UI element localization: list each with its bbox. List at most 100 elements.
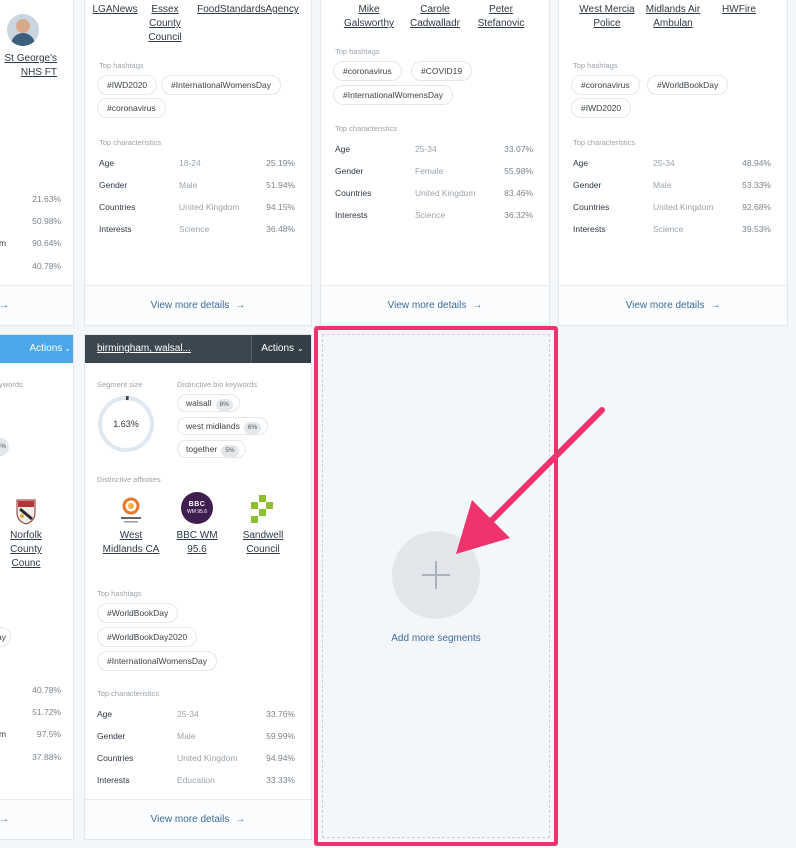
keyword-chip-cut[interactable]: % xyxy=(0,438,9,456)
top-hashtags-label: Top hashtags xyxy=(573,61,618,70)
affinity-link-west-mercia[interactable]: West Mercia Police xyxy=(579,3,635,31)
characteristic-row-age: Age 25-34 33.76% xyxy=(97,709,295,719)
arrow-right-icon: → xyxy=(0,814,9,825)
top-characteristics-label: Top characteristics xyxy=(335,124,398,133)
hashtag-chip[interactable]: #WorldBookDay xyxy=(647,75,729,95)
countries-percent: 90.64% xyxy=(32,238,61,248)
actions-dropdown[interactable]: Actions ⌄ xyxy=(251,335,311,363)
arrow-right-icon: → xyxy=(472,300,483,311)
view-more-details-link[interactable]: View more details → xyxy=(85,799,311,839)
affinity-link-west-midlands-ca[interactable]: West Midlands CA xyxy=(101,529,161,557)
segment-card-partial-bottom: Actions⌄ ywords % Norfolk County Counc a… xyxy=(0,334,74,840)
affinity-link-peter[interactable]: Peter Stefanovic xyxy=(469,3,533,31)
hashtag-chip[interactable]: #InternationalWomensDay xyxy=(97,651,218,671)
characteristic-row-countries: Countries United Kingdom 94.94% xyxy=(97,753,295,763)
west-midlands-ca-logo-icon[interactable] xyxy=(115,493,147,525)
segment-name[interactable]: birmingham, walsal... xyxy=(97,335,191,363)
top-hashtags-label: Top hashtags xyxy=(335,47,380,56)
keywords-label-cut: ywords xyxy=(0,380,23,389)
affinity-avatar[interactable] xyxy=(7,14,39,46)
affinity-link-foodstandards[interactable]: FoodStandardsAgency xyxy=(189,3,307,17)
view-more-details-link[interactable]: View more details → xyxy=(321,285,549,325)
plus-icon xyxy=(422,561,450,589)
segment-card-birmingham: birmingham, walsal... Actions ⌄ Segment s… xyxy=(84,334,312,840)
affinity-link-norfolk[interactable]: Norfolk County Counc xyxy=(1,529,51,571)
characteristic-row-age: Age 25-34 33.07% xyxy=(335,144,533,154)
affinity-link-sandwell[interactable]: Sandwell Council xyxy=(235,529,291,557)
top-hashtags-label: Top hashtags xyxy=(99,61,144,70)
countries-label-cut: m xyxy=(0,729,6,739)
characteristic-row-interests: Interests Education 33.33% xyxy=(97,775,295,785)
segment-header: Actions ⌄ xyxy=(0,335,73,363)
arrow-right-icon: → xyxy=(235,814,246,825)
view-more-details-link[interactable]: → xyxy=(0,285,73,325)
affinities-label: Distinctive affinities xyxy=(97,475,161,484)
hashtag-chip[interactable]: #IWD2020 xyxy=(97,75,158,95)
affinity-link-bbc-wm[interactable]: BBC WM 95.6 xyxy=(171,529,223,557)
affinity-link-carole[interactable]: Carole Cadwalladr xyxy=(403,3,467,31)
segment-size-percent: 1.63% xyxy=(113,419,139,429)
characteristic-row-countries: Countries United Kingdom 94.15% xyxy=(99,202,295,212)
keyword-chip[interactable]: walsall 8% xyxy=(177,394,240,412)
keyword-chip[interactable]: west midlands 6% xyxy=(177,417,269,435)
top-characteristics-label: Top characteristics xyxy=(99,138,162,147)
hashtag-chip[interactable]: #coronavirus xyxy=(97,98,166,118)
chevron-down-icon: ⌄ xyxy=(297,344,304,353)
actions-dropdown[interactable]: Actions ⌄ xyxy=(30,335,72,363)
characteristic-row-gender: Gender Female 55.98% xyxy=(335,166,533,176)
countries-label-cut: m xyxy=(0,238,6,248)
keyword-chip[interactable]: together 5% xyxy=(177,440,246,458)
top-characteristics-label: Top characteristics xyxy=(97,689,160,698)
characteristic-row-interests: Interests Science 36.48% xyxy=(99,224,295,234)
hashtag-chip[interactable]: #COVID19 xyxy=(411,61,473,81)
affinity-link-midlands-air[interactable]: Midlands Air Ambulan xyxy=(641,3,705,31)
hashtag-chip[interactable]: #IWD2020 xyxy=(571,98,632,118)
segment-header: birmingham, walsal... Actions ⌄ xyxy=(85,335,311,363)
hashtag-chip[interactable]: #coronavirus xyxy=(571,75,640,95)
norfolk-crest-icon[interactable] xyxy=(16,499,36,525)
hashtag-chip[interactable]: #InternationalWomensDay xyxy=(333,85,454,105)
age-percent: 21.63% xyxy=(32,194,61,204)
hashtag-chip[interactable]: #InternationalWomensDay xyxy=(161,75,282,95)
segment-card-partial-top: St George's NHS FT 21.63% 50.98% m 90.64… xyxy=(0,0,74,326)
segment-size-label: Segment size xyxy=(97,380,143,389)
arrow-right-icon: → xyxy=(0,300,9,311)
segment-card-mike: Mike Galsworthy Carole Cadwalladr Peter … xyxy=(320,0,550,326)
hashtag-chip[interactable]: #WorldBookDay xyxy=(97,603,179,623)
interests-percent: 40.78% xyxy=(32,261,61,271)
characteristic-row-gender: Gender Male 59.99% xyxy=(97,731,295,741)
segment-size-ring: 1.63% xyxy=(97,395,155,453)
hashtag-chip[interactable]: #WorldBookDay2020 xyxy=(97,627,198,647)
characteristic-row-gender: Gender Male 53.33% xyxy=(573,180,771,190)
view-more-details-link[interactable]: → xyxy=(0,799,73,839)
segment-card-lga: LGANews Essex County Council FoodStandar… xyxy=(84,0,312,326)
age-percent: 40.78% xyxy=(32,685,61,695)
affinity-link-essex[interactable]: Essex County Council xyxy=(143,3,187,45)
add-segment-button[interactable] xyxy=(392,531,480,619)
characteristic-row-countries: Countries United Kingdom 92.68% xyxy=(573,202,771,212)
top-hashtags-label: Top hashtags xyxy=(97,589,142,598)
view-more-details-link[interactable]: View more details → xyxy=(85,285,311,325)
affinity-link-mike[interactable]: Mike Galsworthy xyxy=(337,3,401,31)
characteristic-row-interests: Interests Science 36.32% xyxy=(335,210,533,220)
gender-percent: 50.98% xyxy=(32,216,61,226)
affinity-link-hwfire[interactable]: HWFire xyxy=(711,3,767,17)
characteristic-row-interests: Interests Science 39.53% xyxy=(573,224,771,234)
countries-percent: 97.5% xyxy=(36,729,61,739)
arrow-right-icon: → xyxy=(710,300,721,311)
characteristic-row-countries: Countries United Kingdom 83.46% xyxy=(335,188,533,198)
add-segment-panel[interactable]: Add more segments xyxy=(322,334,550,838)
characteristic-row-age: Age 25-34 48.94% xyxy=(573,158,771,168)
hashtag-chip[interactable]: #coronavirus xyxy=(333,61,402,81)
sandwell-council-logo-icon[interactable] xyxy=(251,495,275,523)
affinity-link-lganews[interactable]: LGANews xyxy=(89,3,141,17)
add-segment-label[interactable]: Add more segments xyxy=(323,633,549,644)
view-more-details-link[interactable]: View more details → xyxy=(559,285,787,325)
top-characteristics-label: Top characteristics xyxy=(573,138,636,147)
characteristic-row-gender: Gender Male 51.94% xyxy=(99,180,295,190)
affinity-link[interactable]: St George's NHS FT xyxy=(0,52,58,80)
hashtag-chip-cut[interactable]: ay xyxy=(0,627,11,647)
add-segment-highlight-frame: Add more segments xyxy=(314,326,558,846)
gender-percent: 51.72% xyxy=(32,707,61,717)
bbc-wm-logo-icon[interactable]: BBC WM 95.6 xyxy=(181,492,213,524)
